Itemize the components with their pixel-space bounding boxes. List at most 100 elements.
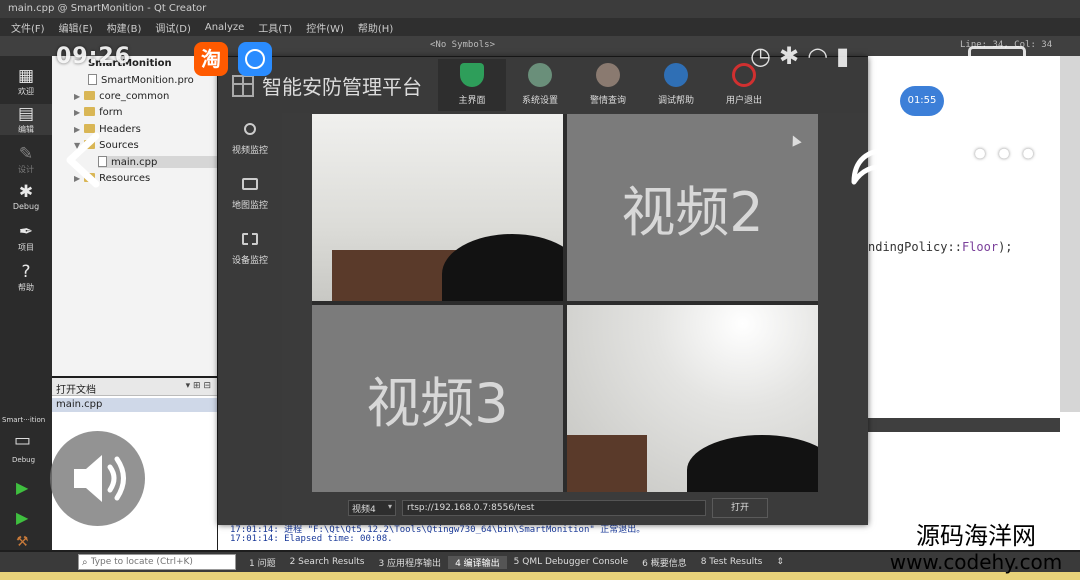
output-tab-issues[interactable]: 1 问题 (242, 556, 283, 569)
monitor-icon[interactable]: ▭ (14, 430, 31, 451)
menu-debug[interactable]: 调试(D) (148, 20, 198, 35)
folder-icon (84, 107, 96, 116)
nav-settings[interactable]: 系统设置 (506, 59, 574, 111)
output-panel-header (868, 418, 1060, 432)
grid-icon: ▦ (17, 66, 35, 86)
file-icon (88, 74, 97, 85)
stream-controls: 视频4 ▾ 打开 (218, 493, 868, 525)
camera-feed-cabinet (567, 435, 647, 492)
video-tile-4[interactable] (567, 305, 818, 492)
mode-welcome[interactable]: ▦ 欢迎 (0, 66, 52, 97)
output-tab-qml-console[interactable]: 5 QML Debugger Console (507, 557, 635, 567)
tree-item-main-cpp[interactable]: main.cpp (98, 156, 217, 168)
mode-debug-label: Debug (12, 202, 40, 211)
sidebar-item-map[interactable]: 地图监控 (218, 178, 282, 211)
signal-icon: ▮ (836, 42, 858, 70)
menu-edit[interactable]: 编辑(E) (52, 20, 100, 35)
video-tile-1[interactable] (312, 114, 563, 301)
build-config-label: Debug (12, 456, 36, 464)
gear-icon (528, 63, 552, 87)
video-tile-2[interactable]: 视频2 (567, 114, 818, 301)
menu-analyze[interactable]: Analyze (198, 22, 251, 33)
folder-icon (84, 91, 96, 100)
mode-help[interactable]: ? 帮助 (0, 262, 52, 293)
menu-tools[interactable]: 工具(T) (251, 20, 299, 35)
sidebar-item-device[interactable]: 设备监控 (218, 233, 282, 266)
output-tab-search[interactable]: 2 Search Results (283, 557, 372, 567)
output-tab-general[interactable]: 6 概要信息 (635, 556, 694, 569)
locator-field[interactable]: ⌕ (78, 554, 236, 570)
mode-design-label: 设计 (18, 165, 34, 174)
output-tab-app-output[interactable]: 3 应用程序输出 (371, 556, 448, 569)
security-app-window: 智能安防管理平台 主界面 系统设置 警情查询 调试帮助 用户退出 视频监控 地图… (218, 57, 868, 525)
open-documents-title: 打开文档 (56, 385, 96, 396)
menu-widgets[interactable]: 控件(W) (299, 20, 351, 35)
taobao-app-icon: 淘 (194, 42, 228, 76)
hammer-icon[interactable]: ⚒ (16, 534, 29, 550)
recording-timer-badge[interactable]: 01:55 (900, 86, 944, 116)
phone-status-icons: ◷✱◠▮ (750, 42, 857, 70)
split-close-icon[interactable]: ▾ ⊞ ⊟ (186, 381, 211, 391)
nav-alarm-query[interactable]: 警情查询 (574, 59, 642, 111)
run-controls: Smart···ition ▭ Debug ▶ ▶ ⚒ (0, 410, 52, 550)
pencil-icon: ✎ (18, 144, 34, 164)
output-tab-test-results[interactable]: 8 Test Results (694, 557, 770, 567)
symbols-dropdown[interactable]: <No Symbols> (430, 40, 495, 50)
volume-button[interactable] (50, 431, 145, 526)
wifi-icon: ◠ (807, 42, 837, 70)
sidebar-item-video[interactable]: 视频监控 (218, 123, 282, 156)
open-button[interactable]: 打开 (712, 498, 768, 518)
video-grid: 视频2 视频3 (312, 114, 818, 492)
chevron-right-icon[interactable]: ▶ (74, 108, 80, 117)
ide-menu-bar: 文件(F) 编辑(E) 构建(B) 调试(D) Analyze 工具(T) 控件… (0, 18, 1080, 36)
mode-projects[interactable]: ✒ 项目 (0, 222, 52, 253)
target-project-label: Smart···ition (2, 416, 46, 424)
chevron-right-icon[interactable]: ▶ (74, 92, 80, 101)
chevron-down-icon: ▾ (387, 502, 392, 511)
menu-build[interactable]: 构建(B) (100, 20, 149, 35)
battery-icon (968, 46, 1026, 72)
debug-run-icon[interactable]: ▶ (16, 508, 28, 527)
document-icon: ▤ (17, 104, 35, 124)
project-tree: SmartMonition SmartMonition.pro ▶ core_co… (52, 56, 217, 376)
back-arrow-icon[interactable] (60, 132, 108, 188)
tree-item-pro[interactable]: SmartMonition.pro (88, 74, 194, 86)
alarm-icon: ◷ (750, 42, 779, 70)
channel-select[interactable]: 视频4 ▾ (348, 500, 396, 516)
bug-icon: ✱ (18, 182, 34, 202)
output-tab-more-icon[interactable]: ⇕ (769, 557, 791, 567)
ide-window-title: main.cpp @ SmartMonition - Qt Creator (8, 3, 207, 14)
mode-debug[interactable]: ✱ Debug (0, 182, 52, 211)
bluetooth-icon: ✱ (778, 42, 808, 70)
run-icon[interactable]: ▶ (16, 478, 28, 497)
speaker-icon (74, 455, 126, 502)
tree-item-core-common[interactable]: ▶ core_common (74, 91, 169, 102)
nav-main[interactable]: 主界面 (438, 59, 506, 111)
editor-toolbar: <No Symbols> Line: 34, Col: 34 (0, 36, 1080, 56)
video-tile-3[interactable]: 视频3 (312, 305, 563, 492)
accessibility-icon (664, 63, 688, 87)
menu-help[interactable]: 帮助(H) (351, 20, 400, 35)
code-line: ndingPolicy::Floor); (868, 240, 1013, 254)
locator-input[interactable] (90, 557, 226, 567)
output-tab-compile[interactable]: 4 编译输出 (448, 555, 507, 569)
open-documents-header: 打开文档 ▾ ⊞ ⊟ (52, 378, 217, 396)
nav-debug-help[interactable]: 调试帮助 (642, 59, 710, 111)
open-document-item[interactable]: main.cpp (52, 398, 217, 412)
mode-design[interactable]: ✎ 设计 (0, 144, 52, 175)
mode-edit[interactable]: ▤ 编辑 (0, 104, 52, 135)
video-tile-label: 视频3 (366, 372, 509, 435)
app-logo-icon (232, 75, 254, 97)
code-editor[interactable]: ndingPolicy::Floor); (868, 56, 1060, 412)
share-icon[interactable] (848, 130, 914, 190)
phone-clock: 09:26 (56, 44, 132, 69)
site-watermark: 源码海洋网 www.codehy.com (872, 522, 1080, 574)
tree-item-form[interactable]: ▶ form (74, 107, 122, 118)
search-icon (596, 63, 620, 87)
menu-file[interactable]: 文件(F) (4, 20, 52, 35)
more-options-icon[interactable]: ••• (970, 138, 1042, 172)
output-line: 17:01:14: Elapsed time: 00:08. (230, 534, 393, 544)
ide-title-bar: main.cpp @ SmartMonition - Qt Creator (0, 0, 1080, 18)
stream-url-input[interactable] (402, 500, 706, 516)
mode-help-label: 帮助 (18, 283, 34, 292)
